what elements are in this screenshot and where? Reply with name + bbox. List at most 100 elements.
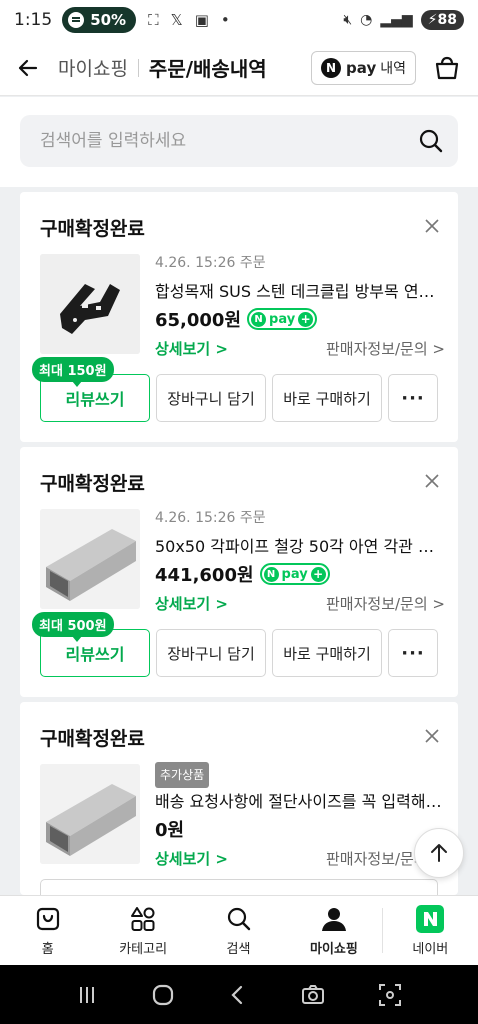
add-to-cart-button[interactable]: 장바구니 담기 xyxy=(156,374,266,422)
npay-plus-badge: Npay + xyxy=(259,563,330,585)
square-pipe-image xyxy=(40,764,140,864)
order-card: 구매확정완료 추가상품 배송 요청사항에 절단사이즈를 꼭 입력해주세요 0원 … xyxy=(20,702,458,895)
product-price: 441,600원 xyxy=(155,565,254,586)
close-icon[interactable] xyxy=(424,728,440,744)
add-to-cart-button[interactable]: 장바구니 담기 xyxy=(156,629,266,677)
spotify-percent: 50% xyxy=(90,11,127,29)
back-icon[interactable] xyxy=(226,983,250,1007)
npay-n-icon: N xyxy=(263,566,279,582)
close-icon[interactable] xyxy=(424,473,440,489)
partial-button-row xyxy=(40,879,438,895)
npay-plus-badge: Npay + xyxy=(247,308,318,330)
buy-now-button[interactable]: 바로 구매하기 xyxy=(272,374,382,422)
battery-icon: ⚡88 xyxy=(420,10,464,30)
npay-history-button[interactable]: N pay 내역 xyxy=(311,50,416,85)
product-name[interactable]: 50x50 각파이프 철강 50각 아연 각관 절단 xyxy=(155,533,445,557)
screen-capture-icon[interactable] xyxy=(377,982,403,1008)
search-icon[interactable] xyxy=(418,128,444,154)
npay-brand: pay xyxy=(346,58,377,77)
back-arrow-icon xyxy=(18,59,38,76)
status-bar: 1:15 50% ⛶ 𝕏 ▣ • 🔇︎ ◔ ▂▄▆ ⚡88 xyxy=(0,0,478,40)
home-icon[interactable] xyxy=(150,982,176,1008)
npay-history-label: 내역 xyxy=(380,60,406,77)
product-thumbnail[interactable] xyxy=(40,254,140,354)
nav-label: 카테고리 xyxy=(119,942,168,957)
wifi-icon: ◔ xyxy=(360,12,373,28)
naver-notif-icon: ▣ xyxy=(194,11,209,29)
order-status: 구매확정완료 xyxy=(40,218,145,240)
buy-now-button[interactable]: 바로 구매하기 xyxy=(272,629,382,677)
product-price: 0원 xyxy=(155,820,185,841)
mute-icon: 🔇︎ xyxy=(343,12,353,28)
detail-link[interactable]: 상세보기 > xyxy=(155,848,228,869)
nav-label: 마이쇼핑 xyxy=(310,942,358,957)
npay-badge-text: pay xyxy=(269,311,296,327)
plus-icon: + xyxy=(298,311,314,327)
order-status: 구매확정완료 xyxy=(40,728,145,750)
scroll-top-button[interactable] xyxy=(414,828,464,878)
detail-link[interactable]: 상세보기 > xyxy=(155,338,228,359)
cart-button[interactable] xyxy=(432,53,462,83)
npay-badge-text: pay xyxy=(281,566,308,582)
search-bar xyxy=(20,115,458,167)
product-info: 4.26. 15:26 주문 합성목재 SUS 스텐 데크클립 방부목 연결 클… xyxy=(155,252,445,359)
nav-label: 검색 xyxy=(226,942,251,957)
seller-info-link[interactable]: 판매자정보/문의 > xyxy=(326,338,445,359)
order-card: 구매확정완료 4.26. 15:26 주문 합성목재 SUS 스텐 데크클립 방… xyxy=(20,192,458,442)
nav-myshopping[interactable]: 마이쇼핑 xyxy=(286,896,381,965)
more-button[interactable]: ··· xyxy=(388,374,438,422)
product-info: 추가상품 배송 요청사항에 절단사이즈를 꼭 입력해주세요 0원 상세보기 > … xyxy=(155,762,445,869)
nav-label: 네이버 xyxy=(412,942,449,957)
search-section xyxy=(0,97,478,187)
review-reward-bubble: 최대 500원 xyxy=(32,612,114,642)
product-name[interactable]: 합성목재 SUS 스텐 데크클립 방부목 연결 클립 xyxy=(155,278,445,302)
npay-n-icon: N xyxy=(321,57,342,78)
product-price: 65,000원 xyxy=(155,310,242,331)
home-bag-icon xyxy=(36,907,59,931)
square-pipe-image xyxy=(40,509,140,609)
system-navigation-bar xyxy=(0,965,478,1024)
nav-label: 홈 xyxy=(41,942,54,957)
nav-naver[interactable]: 네이버 xyxy=(383,896,478,965)
back-button[interactable] xyxy=(16,54,44,82)
recent-apps-icon[interactable] xyxy=(75,983,99,1007)
camera-icon[interactable] xyxy=(300,982,326,1008)
spotify-indicator: 50% xyxy=(62,7,137,33)
search-input[interactable] xyxy=(40,131,418,151)
dot-icon: • xyxy=(220,11,230,29)
x-icon: 𝕏 xyxy=(170,11,183,29)
breadcrumb-divider xyxy=(137,58,139,77)
status-time: 1:15 xyxy=(14,10,53,30)
shopping-bag-icon xyxy=(435,56,459,79)
detail-link[interactable]: 상세보기 > xyxy=(155,593,228,614)
close-icon[interactable] xyxy=(424,218,440,234)
order-card: 구매확정완료 4.26. 15:26 주문 50x50 각파이프 철강 50각 … xyxy=(20,447,458,697)
page-title: 주문/배송내역 xyxy=(148,57,267,81)
naver-icon xyxy=(416,905,445,933)
nav-category[interactable]: 카테고리 xyxy=(95,896,190,965)
bottom-navigation: 홈 카테고리 검색 마이쇼핑 네이버 xyxy=(0,895,478,965)
product-name[interactable]: 배송 요청사항에 절단사이즈를 꼭 입력해주세요 xyxy=(155,788,445,812)
nav-home[interactable]: 홈 xyxy=(0,896,95,965)
arrow-up-icon xyxy=(431,844,447,862)
review-reward-bubble: 최대 150원 xyxy=(32,357,114,387)
battery-level: 88 xyxy=(437,12,457,28)
page-header: 마이쇼핑 주문/배송내역 N pay 내역 xyxy=(0,40,478,96)
deck-clip-image xyxy=(40,254,140,354)
signal-icon: ▂▄▆ xyxy=(380,12,413,28)
screenshot-icon: ⛶ xyxy=(148,11,159,29)
category-icon xyxy=(131,907,155,931)
spotify-icon xyxy=(68,12,85,28)
plus-icon: + xyxy=(310,566,326,582)
nav-search[interactable]: 검색 xyxy=(191,896,286,965)
seller-info-link[interactable]: 판매자정보/문의 > xyxy=(326,593,445,614)
search-icon xyxy=(227,907,250,931)
npay-n-icon: N xyxy=(251,311,267,327)
order-date: 4.26. 15:26 주문 xyxy=(155,255,266,271)
breadcrumb-myshopping[interactable]: 마이쇼핑 xyxy=(58,54,128,81)
more-button[interactable]: ··· xyxy=(388,629,438,677)
product-thumbnail[interactable] xyxy=(40,764,140,864)
product-thumbnail[interactable] xyxy=(40,509,140,609)
order-date: 4.26. 15:26 주문 xyxy=(155,510,266,526)
order-status: 구매확정완료 xyxy=(40,473,145,495)
